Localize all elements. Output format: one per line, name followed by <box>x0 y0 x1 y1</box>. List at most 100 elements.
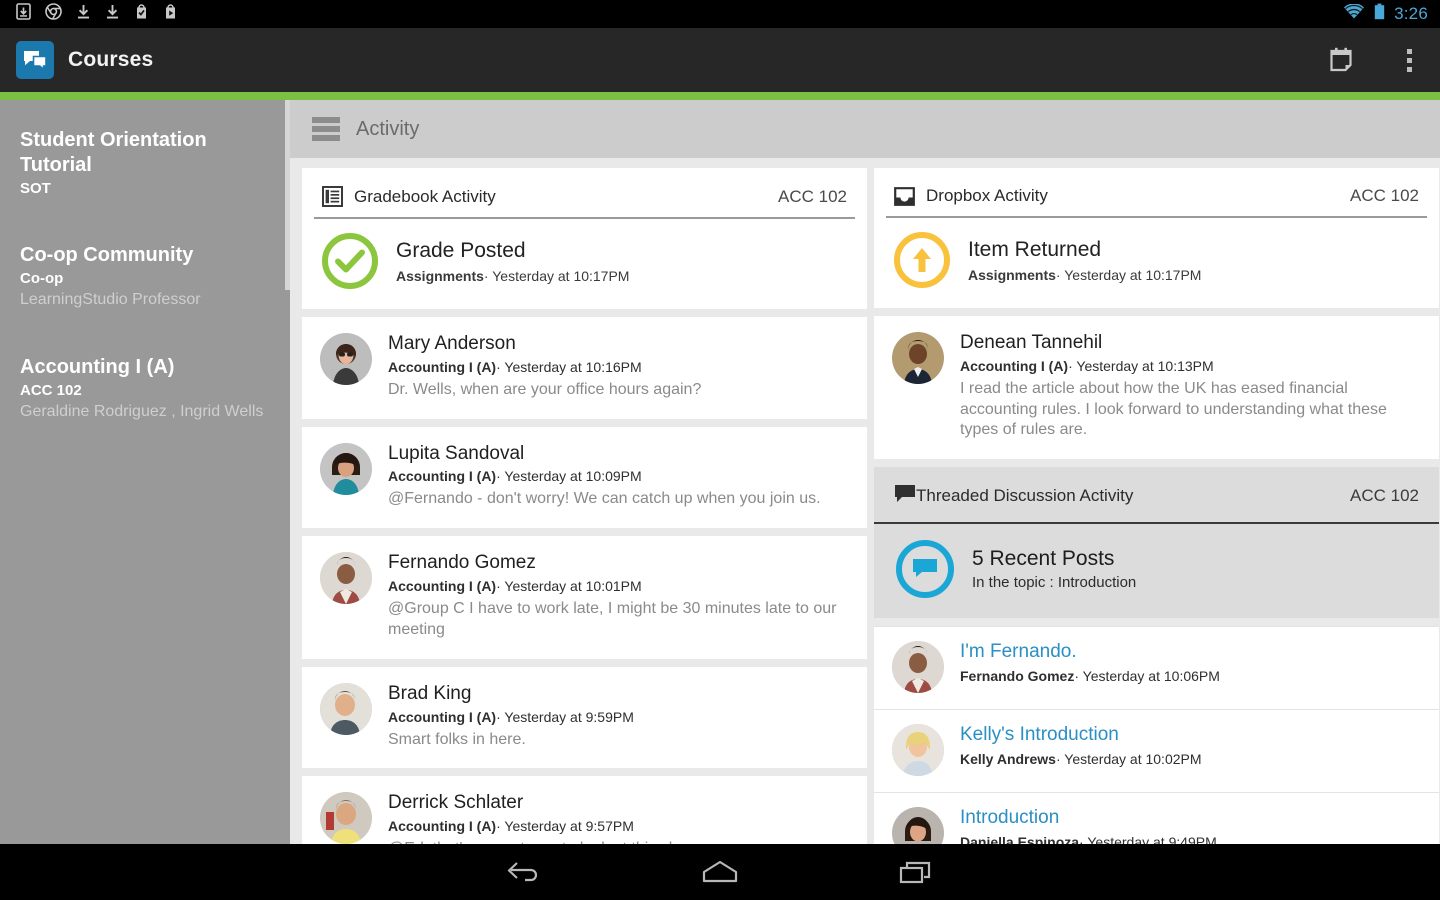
activity-label: Activity <box>356 117 420 140</box>
avatar <box>892 332 944 384</box>
card-header: Dropbox Activity ACC 102 <box>874 168 1439 216</box>
item-time: Yesterday at 9:57PM <box>504 818 634 835</box>
post-author: Fernando Gomez <box>960 668 1075 685</box>
app-title: Courses <box>68 48 154 71</box>
feed-card: Lupita Sandoval Accounting I (A)· Yester… <box>302 426 867 529</box>
item-time: Yesterday at 10:13PM <box>1076 357 1214 374</box>
item-time: Yesterday at 10:09PM <box>504 468 642 485</box>
item-meta: Accounting I (A)· Yesterday at 9:59PM <box>388 709 849 725</box>
course-title: Student Orientation Tutorial <box>20 129 207 176</box>
discussion-summary[interactable]: 5 Recent Posts In the topic : Introducti… <box>874 524 1439 619</box>
accent-bar <box>0 92 1440 100</box>
avatar <box>320 442 372 495</box>
play-bag-icon <box>163 3 178 25</box>
recents-icon[interactable] <box>888 852 944 892</box>
post-title[interactable]: I'm Fernando. <box>960 641 1421 663</box>
avatar <box>320 792 372 845</box>
overflow-menu-icon[interactable] <box>1392 40 1426 80</box>
item-text: I read the article about how the UK has … <box>960 379 1387 439</box>
course-instructors: Geraldine Rodriguez , Ingrid Wells <box>20 403 264 420</box>
battery-icon <box>1374 3 1385 25</box>
item-text: @Fernando - don't worry! We can catch up… <box>388 490 821 508</box>
list-item[interactable]: Fernando Gomez Accounting I (A)· Yesterd… <box>302 536 867 659</box>
sidebar-item-course[interactable]: Co-op Community Co-op LearningStudio Pro… <box>20 243 272 309</box>
post-title[interactable]: Kelly's Introduction <box>960 724 1421 746</box>
list-item[interactable]: Brad King Accounting I (A)· Yesterday at… <box>302 666 867 769</box>
entry-source: Assignments <box>968 267 1056 284</box>
hamburger-icon[interactable] <box>312 117 340 141</box>
app-bar: Courses <box>0 28 1440 92</box>
item-course: Accounting I (A) <box>388 818 497 835</box>
author-name: Derrick Schlater <box>388 792 524 814</box>
gradebook-activity-card: Gradebook Activity ACC 102 Grade Posted <box>302 168 867 309</box>
course-title: Accounting I (A) <box>20 356 175 378</box>
feed-card: Denean Tannehil Accounting I (A)· Yester… <box>874 316 1439 460</box>
sidebar-item-course[interactable]: Student Orientation Tutorial SOT <box>20 128 272 197</box>
item-course: Accounting I (A) <box>388 708 497 725</box>
avatar <box>892 641 944 694</box>
home-icon[interactable] <box>692 852 748 892</box>
course-sidebar: Student Orientation Tutorial SOT Co-op C… <box>0 100 290 852</box>
post-author: Kelly Andrews <box>960 751 1056 768</box>
item-time: Yesterday at 10:01PM <box>504 578 642 595</box>
author-name: Lupita Sandoval <box>388 442 525 464</box>
chat-bubbles-icon[interactable] <box>16 41 54 79</box>
gradebook-icon <box>322 186 343 207</box>
gradebook-entry[interactable]: Grade Posted Assignments· Yesterday at 1… <box>302 219 867 309</box>
sidebar-scrollbar[interactable] <box>285 100 290 290</box>
list-item[interactable]: Derrick Schlater Accounting I (A)· Yeste… <box>302 776 867 852</box>
app-body: Student Orientation Tutorial SOT Co-op C… <box>0 100 1440 852</box>
calendar-icon[interactable] <box>1324 40 1358 80</box>
dropbox-activity-card: Dropbox Activity ACC 102 Item Returned A… <box>874 168 1439 308</box>
android-navigation-bar <box>0 844 1440 900</box>
avatar <box>892 724 944 777</box>
app-bar-actions <box>1324 28 1426 92</box>
post-time: Yesterday at 10:02PM <box>1064 751 1202 768</box>
card-header-title: Dropbox Activity <box>926 186 1048 205</box>
app-screen: 3:26 Courses Student Orientation Tutoria… <box>0 0 1440 900</box>
sidebar-item-course[interactable]: Accounting I (A) ACC 102 Geraldine Rodri… <box>20 355 272 421</box>
item-meta: Accounting I (A)· Yesterday at 9:57PM <box>388 818 849 834</box>
feed-card: Brad King Accounting I (A)· Yesterday at… <box>302 666 867 769</box>
feed-card: Mary Anderson Accounting I (A)· Yesterda… <box>302 317 867 419</box>
avatar <box>320 333 372 385</box>
chat-circle-icon <box>896 540 954 599</box>
entry-title: Item Returned <box>968 237 1102 261</box>
download-icon <box>76 4 91 25</box>
course-title: Co-op Community <box>20 244 194 266</box>
up-arrow-circle-icon <box>894 232 950 288</box>
wifi-icon <box>1343 2 1365 25</box>
post-title[interactable]: Introduction <box>960 807 1421 829</box>
discussion-posts-card: I'm Fernando. Fernando Gomez· Yesterday … <box>874 626 1439 852</box>
android-status-bar: 3:26 <box>0 0 1440 28</box>
author-name: Denean Tannehil <box>960 332 1103 353</box>
speech-bubble-icon <box>894 484 916 508</box>
entry-separator: · <box>483 268 493 285</box>
author-name: Brad King <box>388 682 472 704</box>
list-item[interactable]: I'm Fernando. Fernando Gomez· Yesterday … <box>874 626 1439 710</box>
status-bar-system-icons: 3:26 <box>1343 0 1428 28</box>
list-item[interactable]: Kelly's Introduction Kelly Andrews· Yest… <box>874 709 1439 793</box>
post-meta: Kelly Andrews· Yesterday at 10:02PM <box>960 751 1421 767</box>
activity-content: Activity Gradebook Activity ACC 102 Grad… <box>290 100 1440 852</box>
list-item[interactable]: Denean Tannehil Accounting I (A)· Yester… <box>874 316 1439 460</box>
post-separator: · <box>1074 668 1083 685</box>
activity-toolbar: Activity <box>290 100 1440 158</box>
kebab-dots <box>1406 48 1412 72</box>
threaded-discussion-card: Threaded Discussion Activity ACC 102 5 R… <box>874 467 1439 619</box>
list-item[interactable]: Lupita Sandoval Accounting I (A)· Yester… <box>302 426 867 529</box>
avatar <box>320 552 372 605</box>
list-item[interactable]: Mary Anderson Accounting I (A)· Yesterda… <box>302 317 867 419</box>
activity-columns: Gradebook Activity ACC 102 Grade Posted <box>290 158 1440 852</box>
author-name: Mary Anderson <box>388 333 516 354</box>
card-header-title: Gradebook Activity <box>354 186 496 206</box>
back-icon[interactable] <box>496 852 552 892</box>
item-meta: Accounting I (A)· Yesterday at 10:01PM <box>388 578 849 594</box>
recent-posts-count: 5 Recent Posts <box>972 547 1115 571</box>
entry-time: Yesterday at 10:17PM <box>492 268 630 285</box>
entry-meta: Assignments· Yesterday at 10:17PM <box>968 267 1201 283</box>
item-meta: Accounting I (A)· Yesterday at 10:16PM <box>388 359 849 375</box>
item-text: @Group C I have to work late, I might be… <box>388 600 837 638</box>
dropbox-entry[interactable]: Item Returned Assignments· Yesterday at … <box>874 218 1439 308</box>
usb-download-icon <box>16 3 31 25</box>
